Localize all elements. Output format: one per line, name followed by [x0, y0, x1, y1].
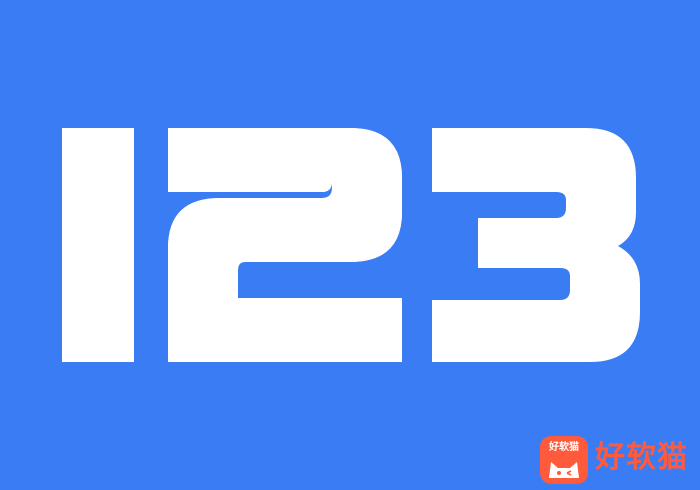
digit-three [432, 128, 640, 362]
watermark-text: 好软猫 [595, 440, 688, 475]
watermark-badge: 好软猫 [540, 436, 588, 484]
logo-123-graphic: 123 [62, 128, 640, 362]
watermark-badge-text: 好软猫 [549, 442, 579, 453]
digit-one [62, 128, 134, 362]
cat-face-icon [549, 462, 579, 478]
app-logo-canvas: 123 好软猫 好软猫 [0, 0, 700, 490]
watermark: 好软猫 好软猫 [540, 430, 700, 490]
